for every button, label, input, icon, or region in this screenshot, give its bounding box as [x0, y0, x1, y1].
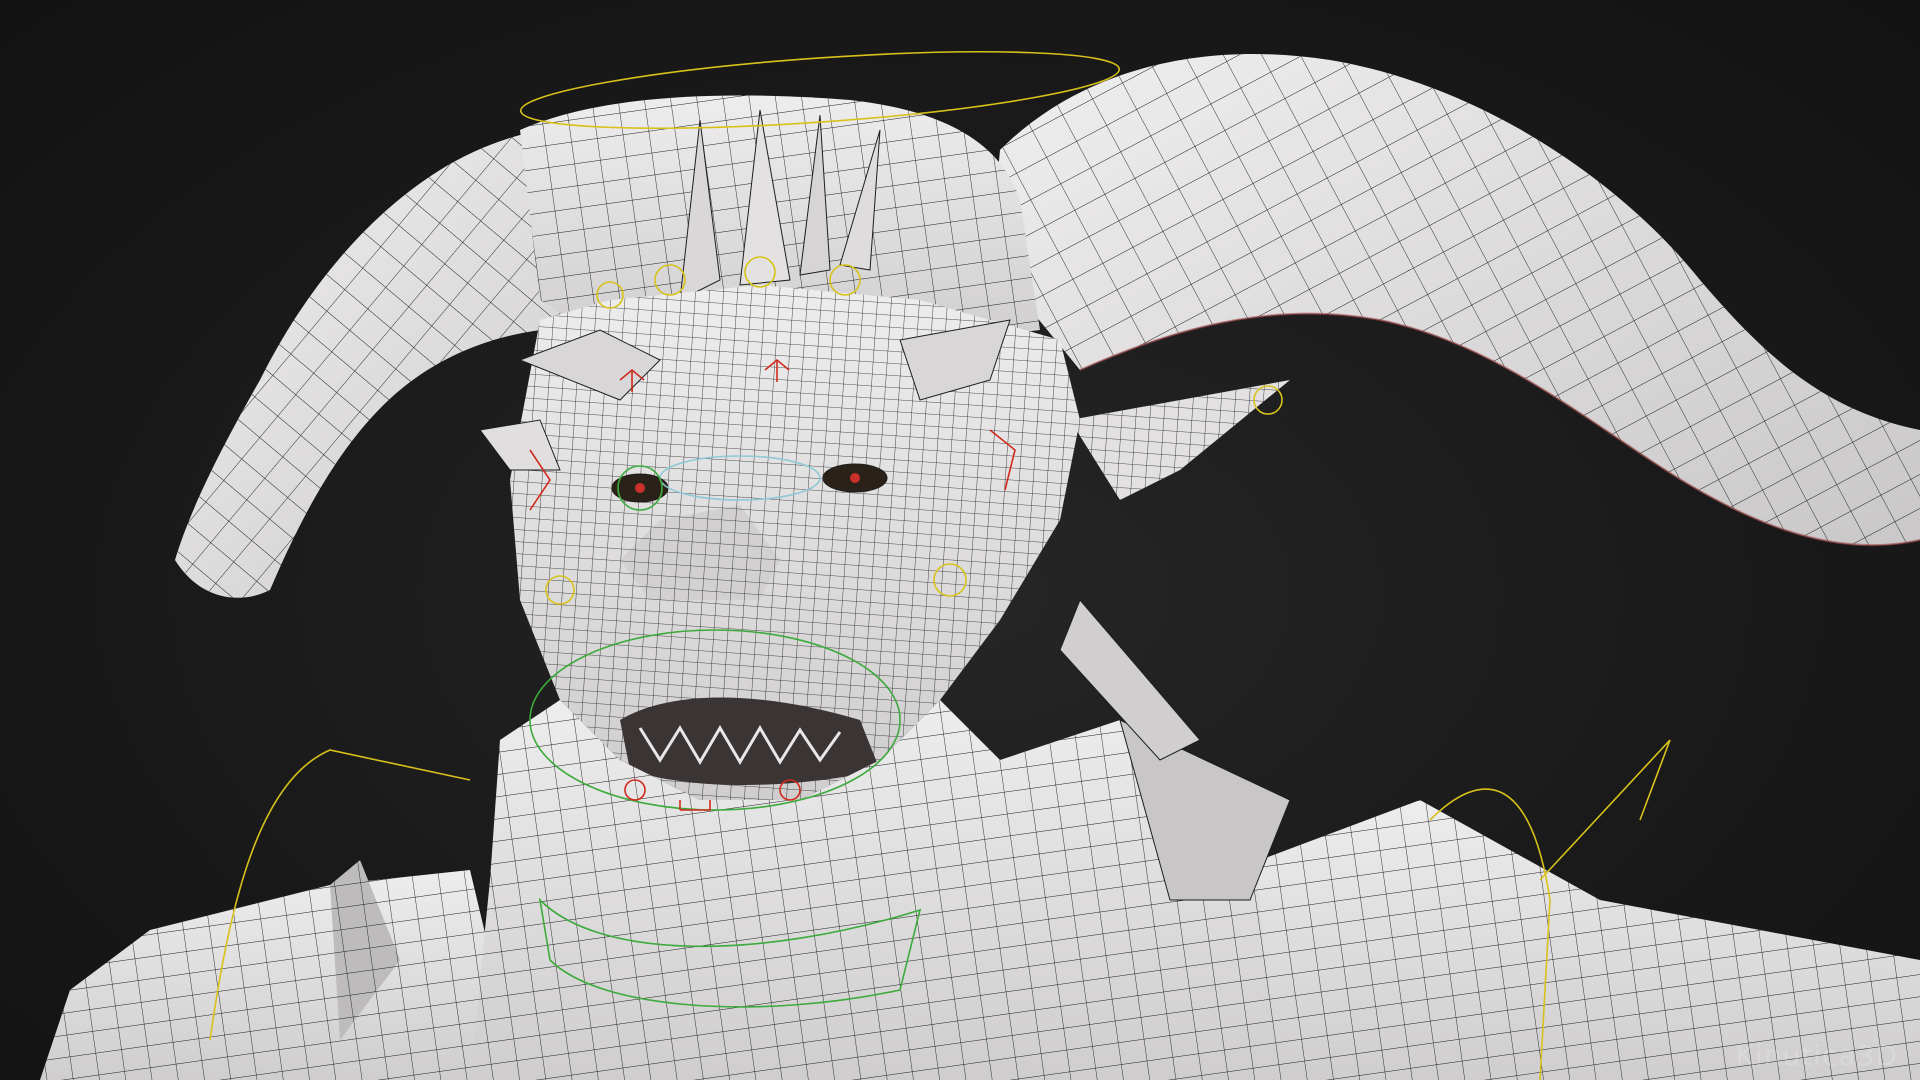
watermark-text: Kinutica3D	[1735, 1039, 1898, 1072]
3d-viewport[interactable]: Kinutica3D	[0, 0, 1920, 1080]
character-wireframe-render	[40, 51, 1920, 1080]
